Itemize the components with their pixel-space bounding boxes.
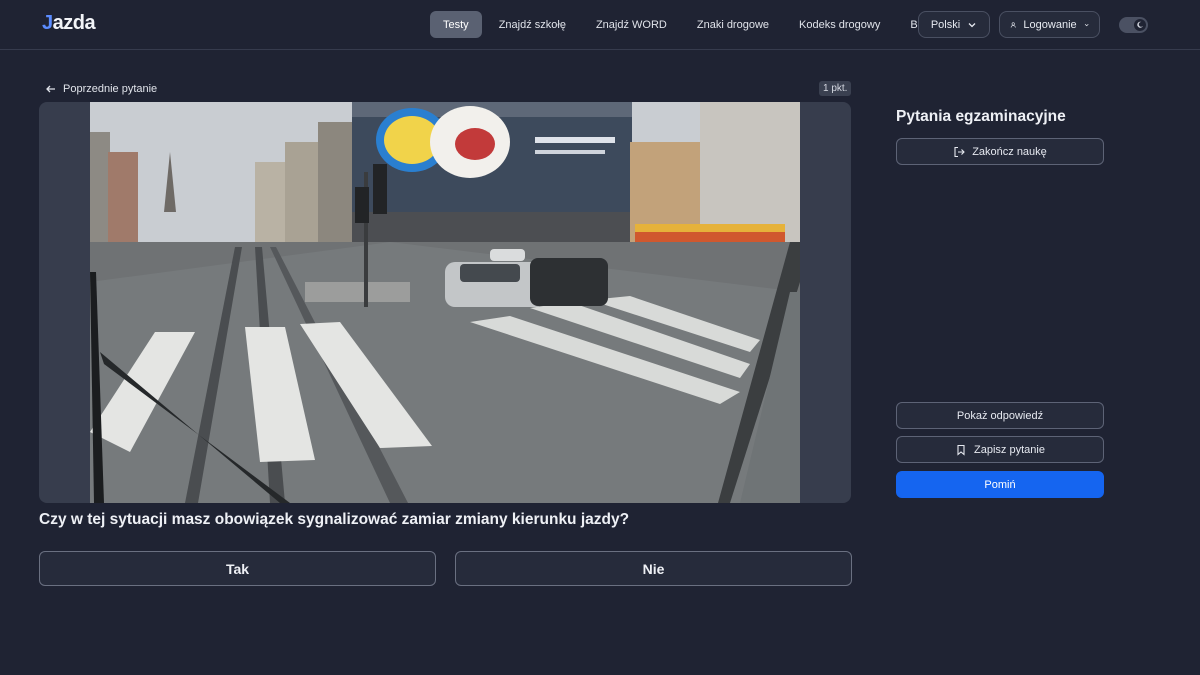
language-label: Polski (930, 18, 961, 31)
previous-question-link[interactable]: Poprzednie pytanie (45, 81, 157, 97)
user-icon (1010, 21, 1016, 28)
finish-learning-button[interactable]: Zakończ naukę (896, 138, 1104, 165)
login-label: Logowanie (1023, 18, 1077, 31)
question-photo (90, 102, 800, 503)
moon-icon (1134, 19, 1146, 31)
nav-item-testy[interactable]: Testy (430, 11, 482, 38)
bookmark-icon (957, 444, 965, 456)
logo-mark: J (42, 12, 53, 34)
language-select[interactable]: Polski (918, 11, 990, 38)
nav-item-znaki-drogowe[interactable]: Znaki drogowe (684, 11, 782, 38)
arrow-left-icon (46, 85, 55, 93)
site-logo[interactable]: Jazda (42, 12, 96, 35)
show-answer-label: Pokaż odpowiedź (956, 409, 1044, 422)
login-button[interactable]: Logowanie (999, 11, 1100, 38)
save-question-label: Zapisz pytanie (974, 443, 1045, 456)
theme-toggle[interactable] (1119, 17, 1148, 33)
finish-learning-label: Zakończ naukę (972, 145, 1047, 158)
nav-item-znajdz-szkole[interactable]: Znajdź szkołę (486, 11, 579, 38)
save-question-button[interactable]: Zapisz pytanie (896, 436, 1104, 463)
show-answer-button[interactable]: Pokaż odpowiedź (896, 402, 1104, 429)
points-badge: 1 pkt. (819, 81, 852, 96)
logo-text: azda (52, 12, 96, 34)
nav-item-kodeks-drogowy[interactable]: Kodeks drogowy (786, 11, 893, 38)
question-text: Czy w tej sytuacji masz obowiązek sygnal… (39, 511, 630, 528)
side-panel-title: Pytania egzaminacyjne (896, 108, 1066, 125)
question-media-frame (39, 102, 851, 503)
answer-yes-button[interactable]: Tak (39, 551, 436, 586)
answer-no-button[interactable]: Nie (455, 551, 852, 586)
logout-icon (954, 146, 965, 157)
main-nav: Testy Znajdź szkołę Znajdź WORD Znaki dr… (430, 11, 949, 38)
top-navigation-bar: Jazda Testy Znajdź szkołę Znajdź WORD Zn… (0, 0, 1200, 50)
skip-label: Pomiń (984, 478, 1016, 491)
skip-button[interactable]: Pomiń (896, 471, 1104, 498)
chevron-down-icon (1084, 23, 1089, 26)
nav-item-znajdz-word[interactable]: Znajdź WORD (583, 11, 680, 38)
previous-question-label: Poprzednie pytanie (63, 83, 158, 95)
chevron-down-icon (968, 22, 976, 27)
